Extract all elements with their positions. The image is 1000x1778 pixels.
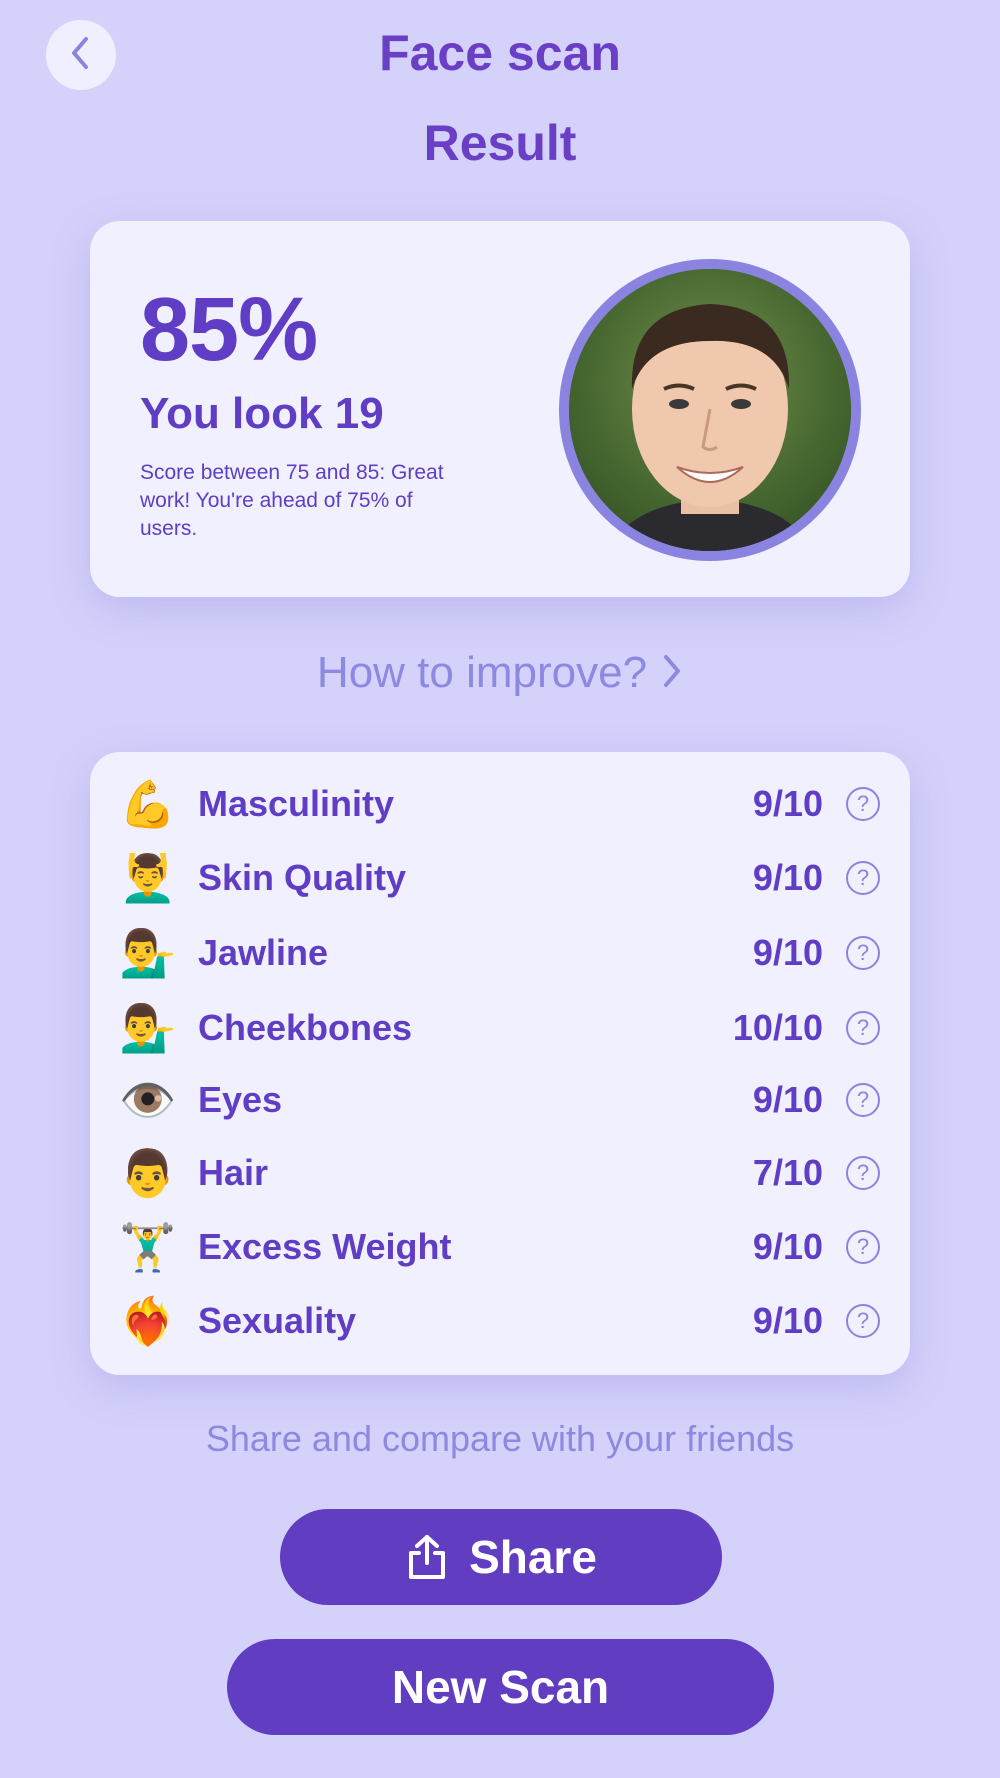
metric-row-skin-quality: 💆‍♂️ Skin Quality 9/10 ? — [90, 848, 910, 908]
score-description: Score between 75 and 85: Great work! You… — [140, 461, 444, 540]
avatar — [559, 259, 861, 561]
chevron-right-icon — [661, 650, 683, 700]
new-scan-button[interactable]: New Scan — [227, 1639, 774, 1735]
heart-on-fire-icon: ❤️‍🔥 — [119, 1295, 177, 1347]
metric-value: 10/10 — [732, 1007, 823, 1048]
help-icon[interactable]: ? — [846, 1230, 880, 1264]
metric-row-cheekbones: 💁‍♂️ Cheekbones 10/10 ? — [90, 998, 910, 1058]
share-button[interactable]: Share — [280, 1509, 722, 1605]
new-scan-label: New Scan — [391, 1661, 610, 1713]
metric-row-excess-weight: 🏋️‍♂️ Excess Weight 9/10 ? — [90, 1217, 910, 1277]
metric-row-sexuality: ❤️‍🔥 Sexuality 9/10 ? — [90, 1291, 910, 1351]
share-caption: Share and compare with your friends — [205, 1418, 795, 1459]
metric-value: 9/10 — [752, 783, 823, 824]
help-icon[interactable]: ? — [846, 1304, 880, 1338]
help-icon[interactable]: ? — [846, 1011, 880, 1045]
help-icon[interactable]: ? — [846, 1156, 880, 1190]
help-icon[interactable]: ? — [846, 787, 880, 821]
help-icon[interactable]: ? — [846, 1083, 880, 1117]
metric-label: Hair — [198, 1152, 269, 1193]
eye-icon: 👁️ — [119, 1074, 177, 1126]
metric-label: Skin Quality — [198, 857, 407, 898]
how-to-improve-link[interactable]: How to improve? — [0, 648, 1000, 700]
flexed-biceps-icon: 💪 — [119, 778, 177, 830]
metric-value: 7/10 — [752, 1152, 823, 1193]
weightlifter-icon: 🏋️‍♂️ — [119, 1221, 177, 1273]
help-icon[interactable]: ? — [846, 936, 880, 970]
metric-label: Masculinity — [198, 783, 395, 824]
metrics-card: 💪 Masculinity 9/10 ? 💆‍♂️ Skin Quality 9… — [90, 752, 910, 1375]
score-percent: 85% — [140, 280, 318, 380]
metric-value: 9/10 — [752, 1226, 823, 1267]
page-subtitle: Result — [423, 115, 577, 171]
metric-value: 9/10 — [752, 932, 823, 973]
how-to-improve-label: How to improve? — [316, 648, 648, 697]
metric-row-hair: 👨 Hair 7/10 ? — [90, 1143, 910, 1203]
share-icon — [405, 1533, 449, 1581]
man-tipping-hand-icon: 💁‍♂️ — [119, 1002, 177, 1054]
metric-label: Eyes — [198, 1079, 283, 1120]
score-card: 85% You look 19 Score between 75 and 85:… — [90, 221, 910, 597]
face-massage-icon: 💆‍♂️ — [119, 852, 177, 904]
share-label: Share — [469, 1531, 597, 1583]
metric-label: Jawline — [198, 932, 329, 973]
metric-label: Excess Weight — [198, 1226, 452, 1267]
metric-row-jawline: 💁‍♂️ Jawline 9/10 ? — [90, 923, 910, 983]
metric-value: 9/10 — [752, 857, 823, 898]
metric-value: 9/10 — [752, 1300, 823, 1341]
man-tipping-hand-icon: 💁‍♂️ — [119, 927, 177, 979]
metric-row-masculinity: 💪 Masculinity 9/10 ? — [90, 774, 910, 834]
metric-value: 9/10 — [752, 1079, 823, 1120]
metric-label: Sexuality — [198, 1300, 357, 1341]
metric-label: Cheekbones — [198, 1007, 413, 1048]
metric-row-eyes: 👁️ Eyes 9/10 ? — [90, 1070, 910, 1130]
help-icon[interactable]: ? — [846, 861, 880, 895]
man-face-icon: 👨 — [119, 1147, 177, 1199]
page-title: Face scan — [379, 25, 621, 81]
estimated-age: You look 19 — [140, 389, 384, 438]
